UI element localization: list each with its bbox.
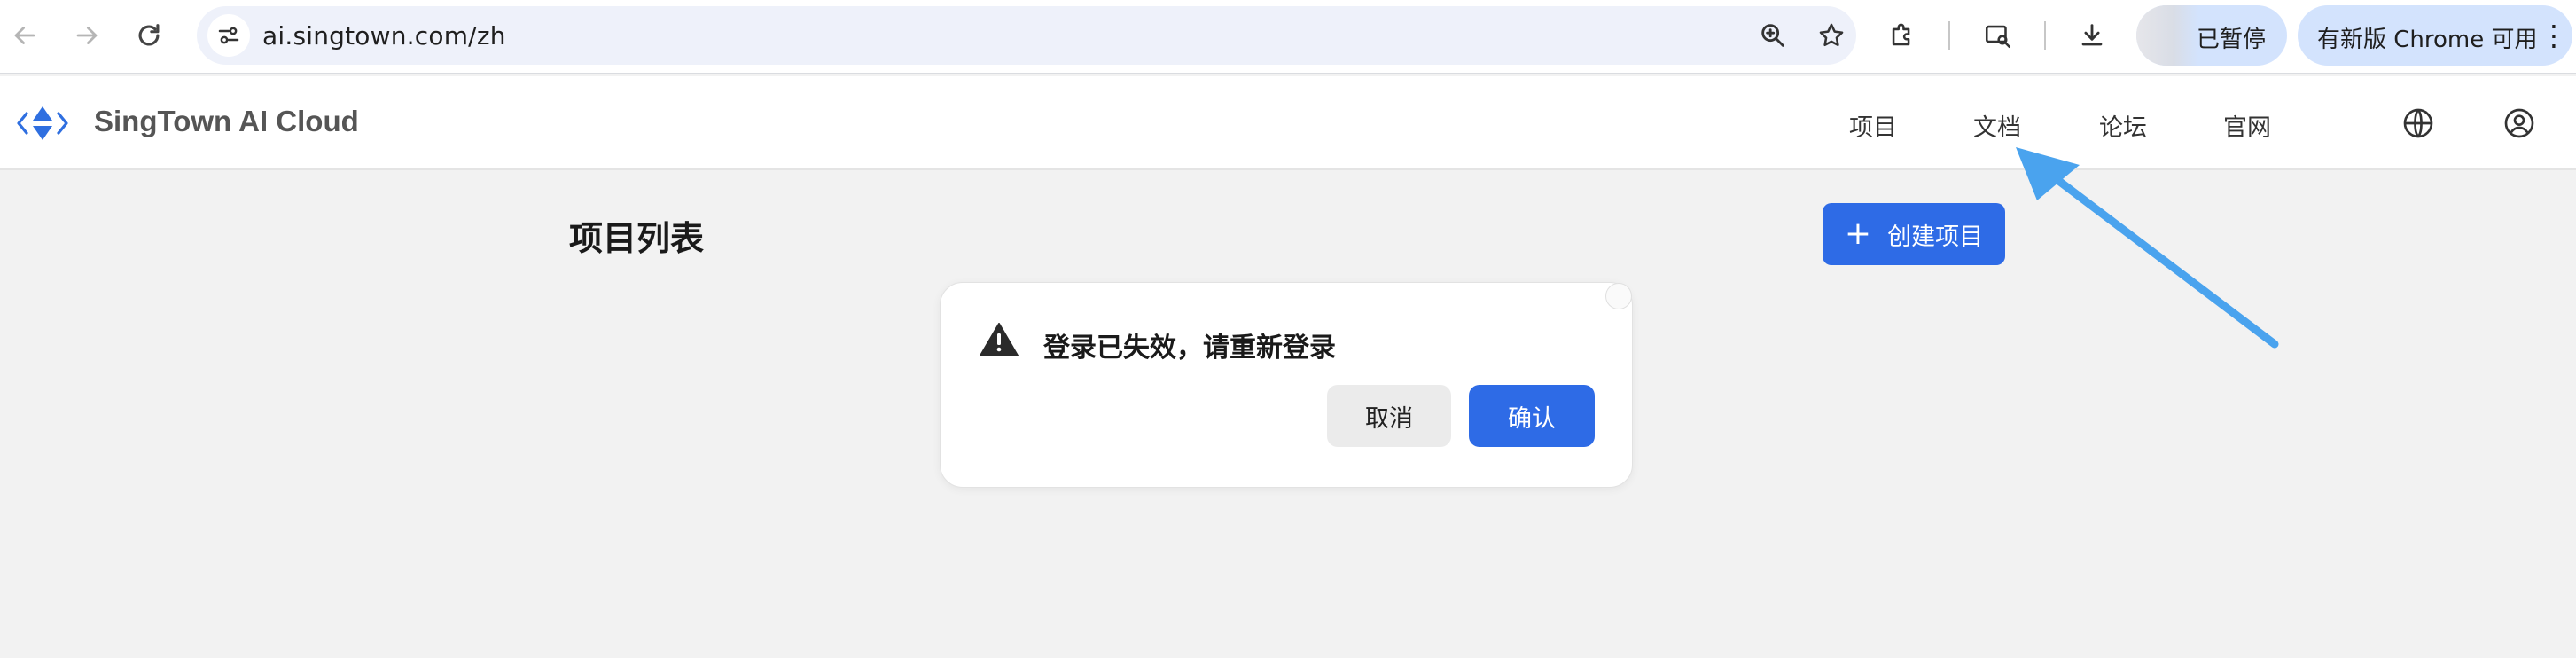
more-menu-icon[interactable]: ⋮ [2540,16,2568,55]
warning-triangle-icon [980,323,1019,356]
app-header: SingTown AI Cloud 项目 文档 论坛 官网 [0,76,2576,170]
chrome-update-button[interactable]: 有新版 Chrome 可用 ⋮ [2298,5,2572,66]
nav-forum[interactable]: 论坛 [2099,108,2147,143]
session-expired-dialog: 登录已失效，请重新登录 取消 确认 [940,282,1633,488]
nav-docs[interactable]: 文档 [1973,108,2021,143]
download-icon[interactable] [2073,16,2112,55]
dialog-corner-decoration [1605,283,1632,309]
bookmark-star-icon[interactable] [1812,16,1851,55]
cancel-button[interactable]: 取消 [1327,385,1451,447]
forward-icon[interactable] [67,16,106,55]
dialog-message: 登录已失效，请重新登录 [1043,333,1336,364]
back-icon[interactable] [5,16,44,55]
nav-projects[interactable]: 项目 [1849,108,1897,143]
create-project-label: 创建项目 [1887,223,1984,251]
search-tab-icon[interactable] [1979,16,2018,55]
reload-icon[interactable] [129,16,168,55]
toolbar-divider [1948,21,1950,50]
profile-avatar [2136,5,2198,66]
chrome-update-label: 有新版 Chrome 可用 [2317,27,2538,53]
singtown-logo-icon[interactable] [16,103,69,144]
toolbar-divider [2044,21,2046,50]
site-info-icon[interactable] [207,14,250,57]
globe-icon[interactable] [2400,106,2436,141]
user-account-icon[interactable] [2502,106,2537,141]
confirm-button[interactable]: 确认 [1469,385,1595,447]
plus-icon: + [1844,215,1872,252]
browser-toolbar: ai.singtown.com/zh 已暂停 有新版 Chrome 可用 ⋮ [0,0,2576,74]
extensions-icon[interactable] [1883,16,1922,55]
create-project-button[interactable]: + 创建项目 [1823,203,2005,265]
zoom-icon[interactable] [1753,16,1792,55]
profile-paused-button[interactable]: 已暂停 [2136,5,2287,66]
page-title: 项目列表 [569,219,705,258]
address-bar[interactable]: ai.singtown.com/zh [197,6,1856,65]
url-text[interactable]: ai.singtown.com/zh [262,21,506,51]
nav-official-site[interactable]: 官网 [2223,108,2271,143]
brand-name[interactable]: SingTown AI Cloud [94,105,359,138]
profile-paused-label: 已暂停 [2197,27,2267,53]
